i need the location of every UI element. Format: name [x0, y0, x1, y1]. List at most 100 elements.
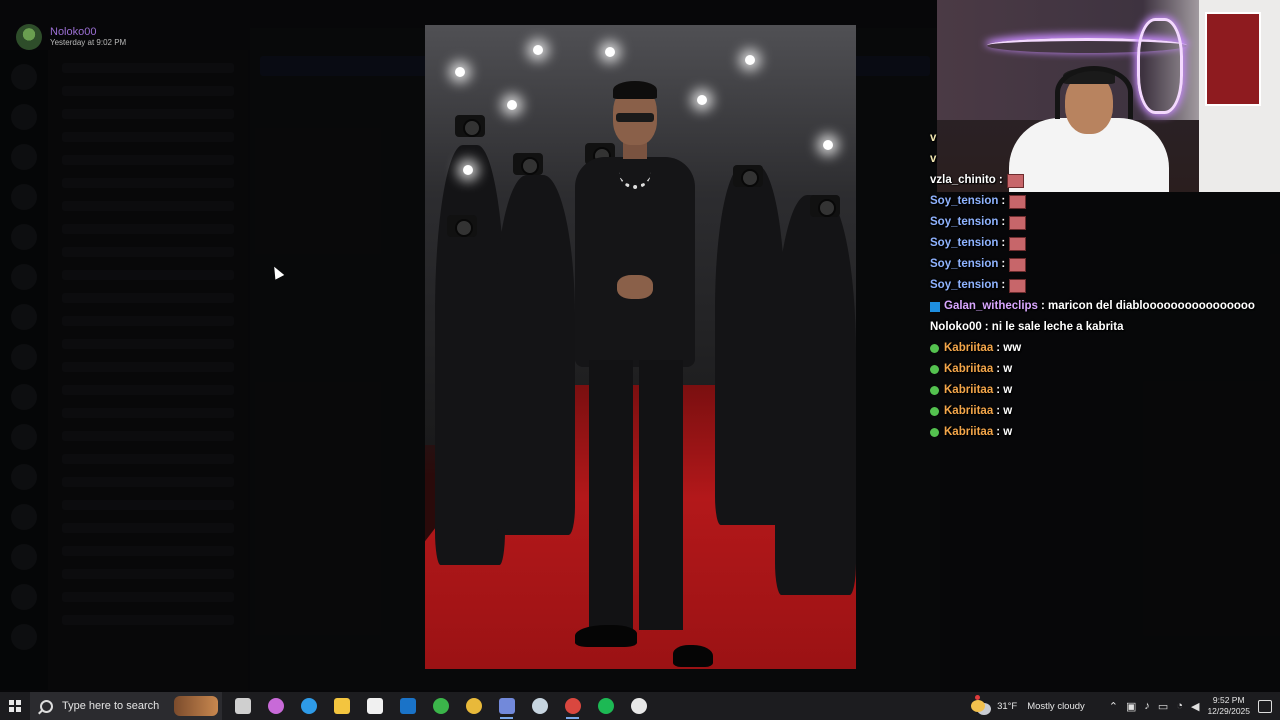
chat-message: Kabriitaa: ww	[930, 338, 1270, 359]
camera-flash	[823, 140, 833, 150]
chat-message: Soy_tension:	[930, 275, 1270, 296]
chrome-icon	[465, 698, 482, 714]
chat-text: : w	[996, 384, 1013, 396]
chat-text: :	[1001, 195, 1006, 207]
weather-temp[interactable]: 31°F	[997, 701, 1017, 712]
clip-badge-icon	[930, 301, 940, 312]
file-explorer-icon	[333, 698, 350, 714]
camera-flash	[533, 45, 543, 55]
subscriber-badge-icon	[930, 365, 939, 374]
photographer-figure	[775, 195, 856, 595]
chat-message: Kabriitaa: w	[930, 422, 1270, 443]
chat-username[interactable]: v	[930, 128, 936, 149]
subscriber-badge-icon	[930, 407, 939, 416]
camera-icon	[447, 215, 477, 237]
camera-icon	[733, 165, 763, 187]
taskbar-chrome-button[interactable]	[457, 692, 490, 720]
chrome-profile-icon	[564, 698, 581, 714]
chat-username[interactable]: Kabriitaa	[944, 422, 993, 443]
taskbar-xbox-button[interactable]	[424, 692, 457, 720]
chat-emote-icon	[1006, 173, 1024, 188]
camera-flash	[463, 165, 473, 175]
chat-message: Kabriitaa: w	[930, 359, 1270, 380]
chat-message: Soy_tension:	[930, 233, 1270, 254]
notification-icon[interactable]	[1258, 699, 1272, 713]
chat-text: : w	[996, 426, 1013, 438]
subscriber-badge-icon	[930, 386, 939, 395]
chat-message: Kabriitaa: w	[930, 401, 1270, 422]
chat-username[interactable]: Noloko00	[930, 317, 982, 338]
man-in-black-suit	[565, 81, 713, 667]
taskbar-discord-button[interactable]	[490, 692, 523, 720]
search-highlight-art	[174, 696, 218, 716]
chat-text: : w	[996, 363, 1013, 375]
chat-emote-icon	[1009, 236, 1027, 251]
chat-username[interactable]: vzla_chinito	[930, 170, 996, 191]
camera-icon	[513, 153, 543, 175]
clock-time: 9:52 PM	[1212, 695, 1245, 705]
taskbar-file-explorer-button[interactable]	[325, 692, 358, 720]
network-icon[interactable]: ▣	[1126, 700, 1136, 713]
microphone-icon[interactable]: ♪	[1144, 700, 1150, 712]
edge-icon	[300, 698, 317, 714]
chat-username[interactable]: Kabriitaa	[944, 338, 993, 359]
subscriber-badge-icon	[930, 428, 939, 437]
headset-icon	[1055, 66, 1133, 119]
obs-icon	[630, 698, 647, 714]
clock[interactable]: 9:52 PM 12/29/2025	[1207, 695, 1250, 717]
outlook-icon	[399, 698, 416, 714]
chat-text: : maricon del diabloooooooooooooooo	[1040, 300, 1255, 312]
chat-username[interactable]: Kabriitaa	[944, 401, 993, 422]
task-view-icon	[234, 698, 251, 714]
display-icon[interactable]: ▭	[1158, 700, 1168, 713]
chat-username[interactable]: Kabriitaa	[944, 359, 993, 380]
wall-poster	[1205, 12, 1261, 106]
chat-message: Soy_tension:	[930, 191, 1270, 212]
photographer-figure	[495, 175, 575, 535]
camera-icon	[810, 195, 840, 217]
sunglasses	[616, 113, 654, 122]
chat-emote-icon	[1009, 257, 1027, 272]
taskbar-obs-button[interactable]	[622, 692, 655, 720]
chat-text: : ww	[996, 342, 1022, 354]
avatar[interactable]	[16, 24, 42, 50]
volume-icon[interactable]: ◀	[1191, 700, 1199, 713]
post-timestamp: Yesterday at 9:02 PM	[50, 38, 127, 47]
taskbar-edge-button[interactable]	[292, 692, 325, 720]
start-button[interactable]	[0, 692, 30, 720]
wifi-icon[interactable]: ◔	[1176, 700, 1183, 712]
chat-username[interactable]: Soy_tension	[930, 233, 998, 254]
chat-username[interactable]: v	[930, 149, 936, 170]
expanded-image[interactable]	[425, 25, 856, 669]
clock-date: 12/29/2025	[1207, 706, 1250, 716]
chat-username[interactable]: Soy_tension	[930, 254, 998, 275]
taskbar-search[interactable]: Type here to search	[30, 692, 222, 720]
taskbar-microsoft-store-button[interactable]	[358, 692, 391, 720]
chat-message: Noloko00: ni le sale leche a kabrita	[930, 317, 1270, 338]
neon-light	[1137, 18, 1183, 114]
camera-flash	[455, 67, 465, 77]
chat-text: : w	[996, 405, 1013, 417]
chevron-up-icon[interactable]: ⌃	[1109, 700, 1118, 713]
chat-message: Soy_tension:	[930, 212, 1270, 233]
chat-username[interactable]: Soy_tension	[930, 275, 998, 296]
taskbar-steam-button[interactable]	[523, 692, 556, 720]
weather-icon[interactable]	[971, 695, 986, 712]
taskbar-copilot-button[interactable]	[259, 692, 292, 720]
taskbar-chrome-profile-button[interactable]	[556, 692, 589, 720]
chat-username[interactable]: Soy_tension	[930, 212, 998, 233]
windows-icon	[9, 700, 21, 712]
chat-text: : ni le sale leche a kabrita	[984, 321, 1124, 333]
camera-flash	[605, 47, 615, 57]
discord-icon	[498, 698, 515, 714]
taskbar-spotify-button[interactable]	[589, 692, 622, 720]
taskbar-outlook-button[interactable]	[391, 692, 424, 720]
chat-username[interactable]: Soy_tension	[930, 191, 998, 212]
weather-condition[interactable]: Mostly cloudy	[1027, 701, 1085, 712]
author-name[interactable]: Noloko00	[50, 26, 126, 38]
taskbar-task-view-button[interactable]	[226, 692, 259, 720]
chat-username[interactable]: Galan_witheclips	[944, 296, 1038, 317]
chat-text: :	[1001, 237, 1006, 249]
chat-username[interactable]: Kabriitaa	[944, 380, 993, 401]
subscriber-badge-icon	[930, 344, 939, 353]
